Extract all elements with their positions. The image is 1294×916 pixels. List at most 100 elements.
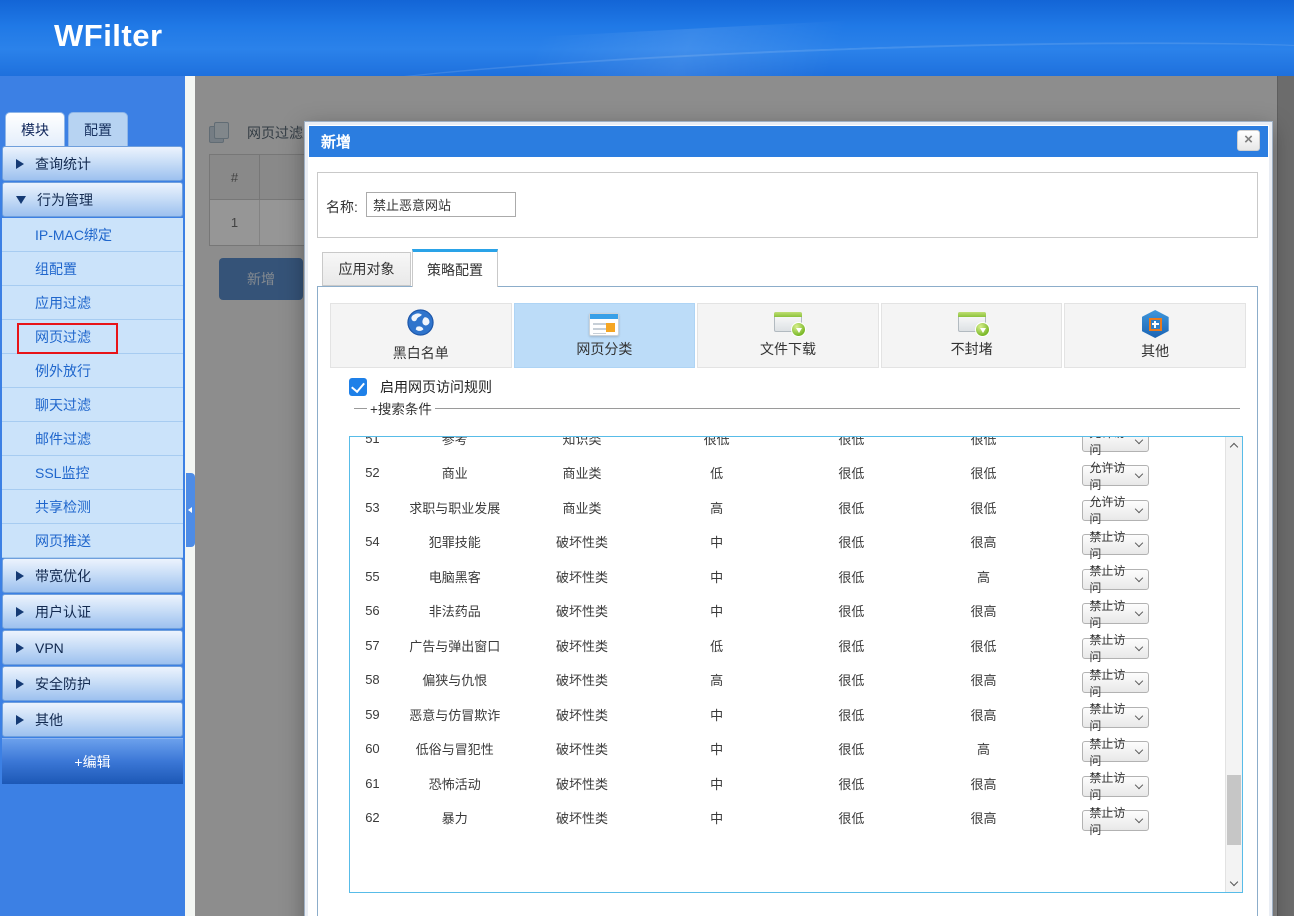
sidebar-item[interactable]: 组配置	[2, 252, 183, 286]
rule-risk-1: 中	[649, 567, 784, 586]
rule-row: 51 参考 知识类 很低 很低 很低 允许访问	[350, 436, 1225, 456]
tab-policy-config[interactable]: 策略配置	[412, 249, 498, 287]
rule-id: 60	[350, 741, 395, 756]
rule-risk-2: 很低	[784, 567, 919, 586]
rule-id: 62	[350, 810, 395, 825]
rule-category-name: 电脑黑客	[395, 567, 515, 586]
sidebar-item[interactable]: 安全防护	[2, 666, 183, 701]
sidebar-item[interactable]: 查询统计	[2, 146, 183, 181]
sidebar-item[interactable]: 网页过滤	[2, 320, 183, 354]
category-web-classification[interactable]: 网页分类	[514, 303, 696, 368]
tab-apply-objects[interactable]: 应用对象	[322, 252, 411, 286]
sidebar-item[interactable]: 其他	[2, 702, 183, 737]
action-select[interactable]: 禁止访问	[1082, 672, 1149, 693]
sidebar-item-label: 邮件过滤	[35, 429, 91, 449]
rule-risk-3: 很高	[919, 705, 1049, 724]
add-rule-modal: 新增 × 名称: 应用对象 策略配置 黑白名单	[305, 122, 1272, 916]
category-blackwhite-list[interactable]: 黑白名单	[330, 303, 512, 368]
sidebar-item[interactable]: 应用过滤	[2, 286, 183, 320]
action-select-value: 禁止访问	[1089, 735, 1136, 769]
rules-table-scrollbar[interactable]	[1225, 437, 1242, 892]
tab-config[interactable]: 配置	[68, 112, 128, 146]
action-select-value: 禁止访问	[1089, 597, 1136, 631]
rule-category-name: 商业	[395, 463, 515, 482]
sidebar-item[interactable]: 带宽优化	[2, 558, 183, 593]
rule-id: 56	[350, 603, 395, 618]
sidebar-item[interactable]: VPN	[2, 630, 183, 665]
sidebar-tabs: 模块 配置	[5, 112, 131, 146]
action-select[interactable]: 禁止访问	[1082, 810, 1149, 831]
action-select[interactable]: 禁止访问	[1082, 638, 1149, 659]
name-label: 名称:	[326, 197, 358, 217]
expand-arrow-icon	[16, 159, 24, 169]
sidebar-item-label: SSL监控	[35, 463, 89, 483]
rule-category-group: 商业类	[515, 498, 650, 517]
action-select[interactable]: 禁止访问	[1082, 707, 1149, 728]
action-select[interactable]: 禁止访问	[1082, 741, 1149, 762]
sidebar-item[interactable]: 例外放行	[2, 354, 183, 388]
sidebar-item-label: 其他	[35, 710, 63, 730]
close-icon[interactable]: ×	[1237, 130, 1260, 151]
expand-arrow-icon	[16, 715, 24, 725]
sidebar-item[interactable]: 聊天过滤	[2, 388, 183, 422]
name-input[interactable]	[366, 192, 516, 217]
action-select[interactable]: 允许访问	[1082, 436, 1149, 452]
sidebar-item[interactable]: 共享检测	[2, 490, 183, 524]
search-conditions-legend[interactable]: +搜索条件	[354, 399, 1240, 417]
sidebar-item-label: 安全防护	[35, 674, 91, 694]
enable-rule-checkbox[interactable]	[349, 378, 367, 396]
rule-risk-3: 很高	[919, 774, 1049, 793]
sidebar-item[interactable]: 行为管理	[2, 182, 183, 217]
rule-risk-1: 高	[649, 670, 784, 689]
chevron-down-icon	[1135, 746, 1143, 754]
action-select[interactable]: 禁止访问	[1082, 534, 1149, 555]
scroll-up-icon[interactable]	[1226, 437, 1242, 454]
rule-risk-2: 很低	[784, 739, 919, 758]
rule-category-group: 破坏性类	[515, 705, 650, 724]
sidebar-collapse-handle[interactable]	[186, 473, 195, 547]
rule-risk-2: 很低	[784, 601, 919, 620]
category-other[interactable]: 其他	[1064, 303, 1246, 368]
sidebar-item-label: 例外放行	[35, 361, 91, 381]
rule-category-group: 破坏性类	[515, 601, 650, 620]
edit-button[interactable]: +编辑	[2, 738, 183, 784]
sidebar-item[interactable]: 网页推送	[2, 524, 183, 558]
rule-row: 60 低俗与冒犯性 破坏性类 中 很低 高 禁止访问	[350, 732, 1225, 767]
rules-table: 51 参考 知识类 很低 很低 很低 允许访问	[349, 436, 1243, 893]
rule-risk-3: 很低	[919, 498, 1049, 517]
action-select[interactable]: 允许访问	[1082, 500, 1149, 521]
category-file-download[interactable]: 文件下载	[697, 303, 879, 368]
modal-title: 新增	[321, 131, 351, 152]
rule-category-name: 暴力	[395, 808, 515, 827]
rule-category-name: 求职与职业发展	[395, 498, 515, 517]
action-select[interactable]: 禁止访问	[1082, 569, 1149, 590]
sidebar-item-label: 聊天过滤	[35, 395, 91, 415]
tab-modules[interactable]: 模块	[5, 112, 65, 146]
sidebar-item[interactable]: SSL监控	[2, 456, 183, 490]
rule-risk-2: 很低	[784, 436, 919, 448]
rule-row: 54 犯罪技能 破坏性类 中 很低 很高 禁止访问	[350, 525, 1225, 560]
scrollbar-thumb[interactable]	[1227, 775, 1241, 845]
search-conditions-label: +搜索条件	[367, 398, 435, 418]
rule-id: 55	[350, 569, 395, 584]
hexagon-plus-icon	[1142, 310, 1169, 338]
sidebar-item[interactable]: 用户认证	[2, 594, 183, 629]
rule-row: 53 求职与职业发展 商业类 高 很低 很低 允许访问	[350, 490, 1225, 525]
rule-id: 53	[350, 500, 395, 515]
rule-category-group: 破坏性类	[515, 532, 650, 551]
action-select-value: 允许访问	[1089, 436, 1136, 458]
rule-category-group: 破坏性类	[515, 636, 650, 655]
action-select[interactable]: 允许访问	[1082, 465, 1149, 486]
action-select[interactable]: 禁止访问	[1082, 603, 1149, 624]
sidebar-item[interactable]: 邮件过滤	[2, 422, 183, 456]
scroll-down-icon[interactable]	[1226, 875, 1242, 892]
rule-risk-1: 低	[649, 463, 784, 482]
sidebar-item-label: 查询统计	[35, 154, 91, 174]
action-select-value: 禁止访问	[1089, 804, 1136, 838]
action-select[interactable]: 禁止访问	[1082, 776, 1149, 797]
category-no-block[interactable]: 不封堵	[881, 303, 1063, 368]
app-header: WFilter	[0, 0, 1294, 76]
sidebar-item[interactable]: IP-MAC绑定	[2, 218, 183, 252]
rule-risk-2: 很低	[784, 774, 919, 793]
rule-risk-2: 很低	[784, 705, 919, 724]
